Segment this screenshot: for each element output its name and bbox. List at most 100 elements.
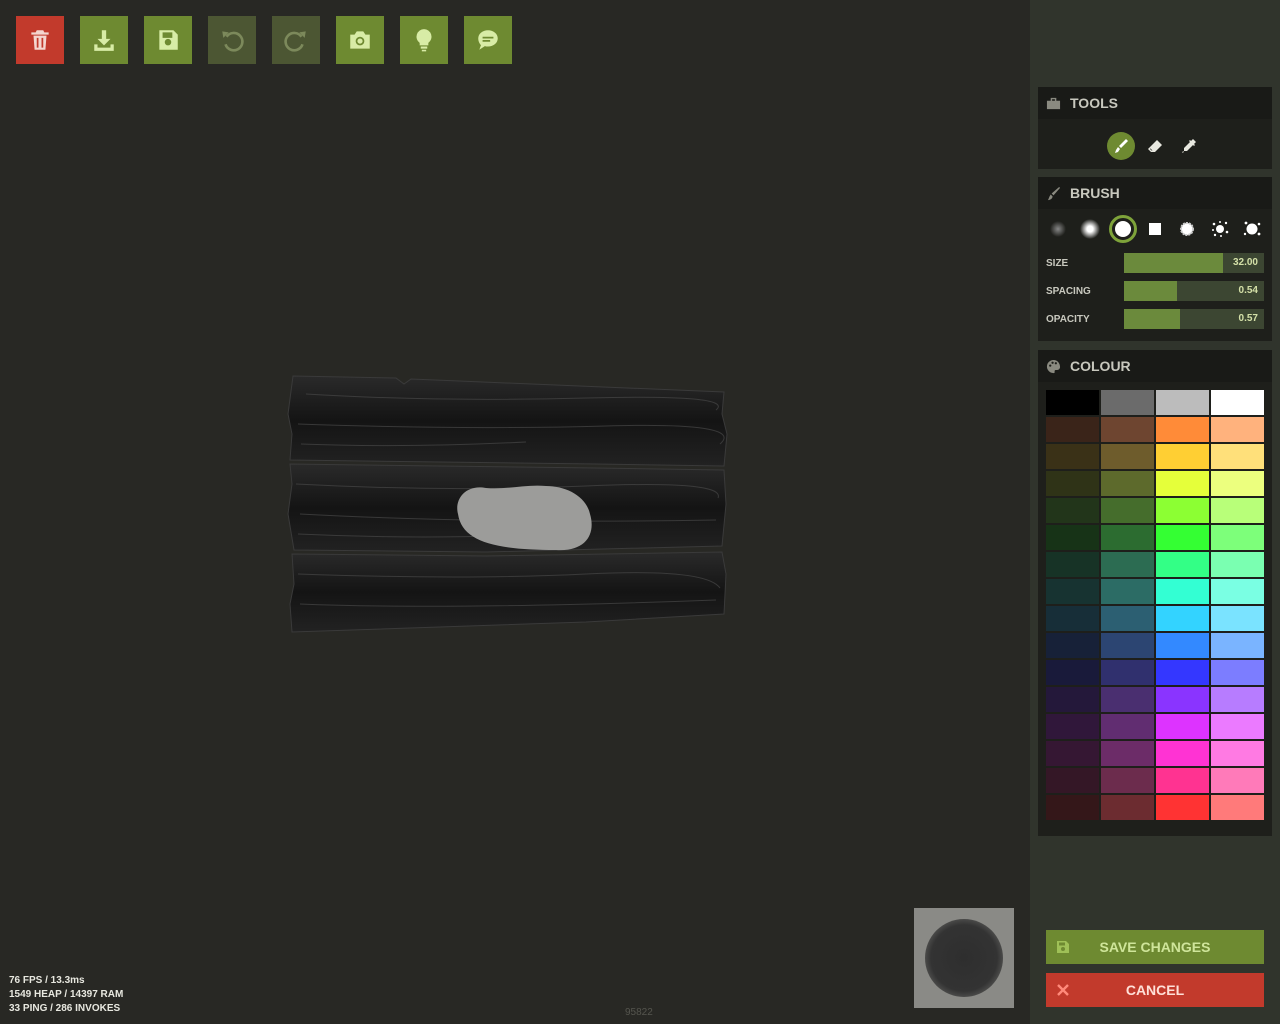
paint-brush-tool[interactable] [1107,132,1135,160]
undo-button[interactable] [208,16,256,64]
colour-swatch[interactable] [1211,579,1264,604]
save-changes-button[interactable]: SAVE CHANGES [1046,930,1264,964]
colour-swatch[interactable] [1156,795,1209,820]
hint-button[interactable] [400,16,448,64]
colour-panel: COLOUR [1038,350,1272,836]
colour-swatch[interactable] [1101,687,1154,712]
spacing-slider[interactable]: 0.54 [1124,281,1264,301]
colour-swatch[interactable] [1156,660,1209,685]
colour-swatch[interactable] [1156,768,1209,793]
colour-swatch[interactable] [1211,498,1264,523]
colour-swatch[interactable] [1101,795,1154,820]
colour-swatch[interactable] [1101,552,1154,577]
size-slider[interactable]: 32.00 [1124,253,1264,273]
colour-swatch[interactable] [1211,444,1264,469]
brush-shape-splatter[interactable] [1206,215,1234,243]
brush-shape-splatter-large[interactable] [1238,215,1266,243]
colour-swatch[interactable] [1156,741,1209,766]
delete-button[interactable] [16,16,64,64]
colour-swatch[interactable] [1101,471,1154,496]
colour-swatch[interactable] [1156,552,1209,577]
eyedropper-tool[interactable] [1175,132,1203,160]
brush-shape-picker [1038,209,1272,249]
colour-swatch[interactable] [1101,579,1154,604]
brush-shape-square[interactable] [1141,215,1169,243]
colour-swatch[interactable] [1046,471,1099,496]
colour-swatch[interactable] [1101,444,1154,469]
colour-swatch[interactable] [1211,417,1264,442]
colour-swatch[interactable] [1211,768,1264,793]
sign-preview[interactable] [286,374,728,634]
colour-swatch[interactable] [1156,390,1209,415]
colour-swatch[interactable] [1101,417,1154,442]
toolbox-icon [1046,95,1062,111]
brush-shape-soft-dot[interactable] [1044,215,1072,243]
redo-button[interactable] [272,16,320,64]
colour-swatch[interactable] [1046,417,1099,442]
colour-swatch[interactable] [1101,714,1154,739]
colour-swatch[interactable] [1046,633,1099,658]
colour-swatch[interactable] [1156,498,1209,523]
chat-button[interactable] [464,16,512,64]
colour-swatch[interactable] [1046,444,1099,469]
opacity-label: OPACITY [1046,313,1090,325]
colour-swatch[interactable] [1101,660,1154,685]
colour-swatch[interactable] [1046,741,1099,766]
save-changes-label: SAVE CHANGES [1099,939,1211,955]
colour-swatch[interactable] [1101,633,1154,658]
toolbar [16,16,512,64]
colour-swatch[interactable] [1211,741,1264,766]
colour-swatch[interactable] [1156,633,1209,658]
brush-icon [1115,139,1128,153]
colour-swatch[interactable] [1156,714,1209,739]
colour-swatch[interactable] [1156,444,1209,469]
undo-icon [222,31,244,52]
colour-swatch[interactable] [1101,606,1154,631]
performance-stats: 76 FPS / 13.3ms 1549 HEAP / 14397 RAM 33… [9,974,123,1016]
colour-swatch[interactable] [1156,471,1209,496]
colour-swatch[interactable] [1046,552,1099,577]
colour-swatch[interactable] [1156,687,1209,712]
colour-swatch[interactable] [1046,390,1099,415]
colour-swatch[interactable] [1211,687,1264,712]
colour-swatch[interactable] [1046,687,1099,712]
colour-swatch[interactable] [1101,768,1154,793]
colour-swatch[interactable] [1046,579,1099,604]
colour-swatch[interactable] [1211,390,1264,415]
eraser-tool[interactable] [1141,132,1169,160]
colour-swatch[interactable] [1211,633,1264,658]
colour-swatch[interactable] [1046,714,1099,739]
save-button[interactable] [144,16,192,64]
colour-title: COLOUR [1070,358,1131,374]
download-button[interactable] [80,16,128,64]
colour-swatch[interactable] [1101,498,1154,523]
colour-swatch[interactable] [1211,525,1264,550]
colour-swatch[interactable] [1156,417,1209,442]
brush-shape-soft-circle[interactable] [1076,215,1104,243]
colour-swatch[interactable] [1156,579,1209,604]
screenshot-button[interactable] [336,16,384,64]
brush-shape-hard-circle[interactable] [1108,215,1137,243]
square-icon [1148,223,1161,235]
colour-swatch[interactable] [1156,606,1209,631]
colour-swatch[interactable] [1046,795,1099,820]
opacity-slider[interactable]: 0.57 [1124,309,1264,329]
colour-swatch[interactable] [1101,525,1154,550]
brush-shape-rough-circle[interactable] [1173,215,1201,243]
colour-swatch[interactable] [1156,525,1209,550]
colour-swatch[interactable] [1046,525,1099,550]
colour-swatch[interactable] [1211,795,1264,820]
colour-swatch[interactable] [1101,390,1154,415]
colour-swatch[interactable] [1211,714,1264,739]
colour-swatch[interactable] [1211,552,1264,577]
colour-swatch[interactable] [1046,606,1099,631]
colour-swatch[interactable] [1046,768,1099,793]
colour-swatch[interactable] [1211,660,1264,685]
colour-swatch[interactable] [1211,471,1264,496]
colour-swatch[interactable] [1101,741,1154,766]
size-label: SIZE [1046,257,1069,269]
colour-swatch[interactable] [1046,660,1099,685]
colour-swatch[interactable] [1211,606,1264,631]
cancel-button[interactable]: CANCEL [1046,973,1264,1007]
colour-swatch[interactable] [1046,498,1099,523]
